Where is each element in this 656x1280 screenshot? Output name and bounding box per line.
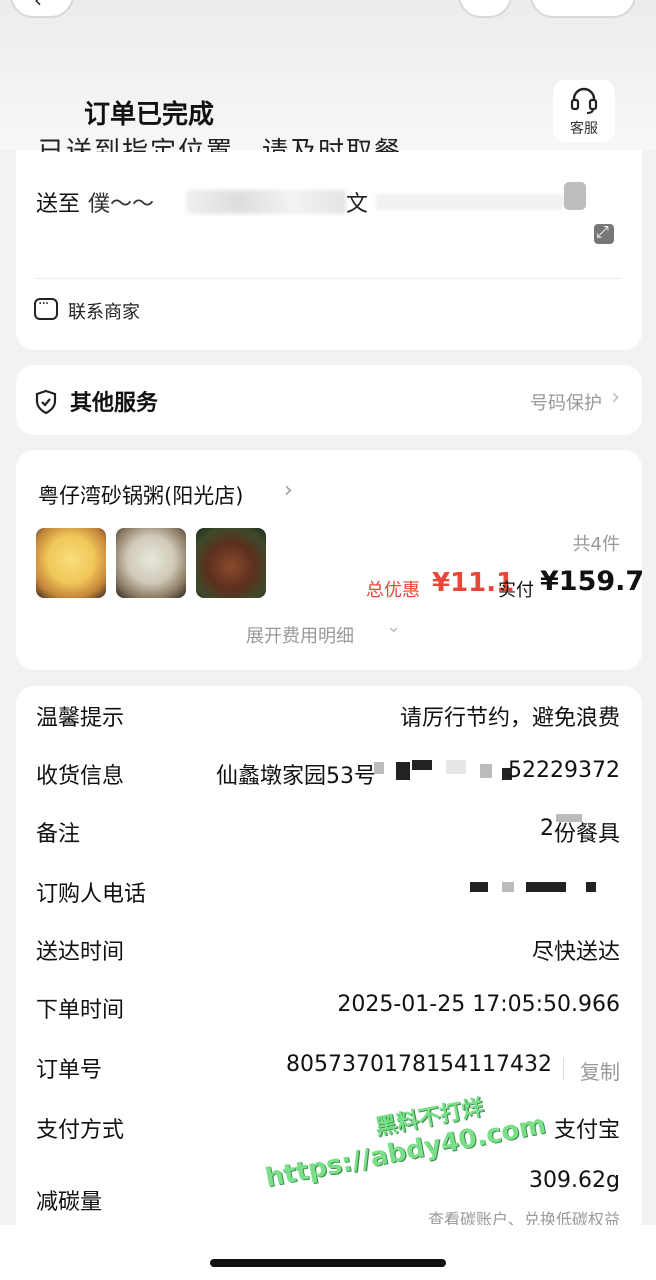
address-label: 收货信息	[36, 764, 125, 789]
address-value-end: 52229372	[508, 758, 620, 783]
deliver-to-label: 送至	[36, 192, 81, 217]
chat-icon	[34, 296, 58, 320]
chevron-right-icon[interactable]: ›	[284, 478, 293, 503]
chevron-down-icon[interactable]: ⌄	[386, 616, 401, 637]
delivery-time-label: 送达时间	[36, 940, 125, 965]
other-services-title: 其他服务	[70, 391, 159, 416]
share-button[interactable]	[458, 0, 512, 18]
carbon-label: 减碳量	[36, 1190, 103, 1215]
order-time-label: 下单时间	[36, 998, 125, 1023]
tip-value: 请厉行节约，避免浪费	[399, 706, 620, 731]
redaction	[470, 882, 488, 892]
redaction	[446, 760, 466, 774]
customer-service-button[interactable]: 客服	[553, 80, 615, 142]
headset-icon	[570, 87, 598, 114]
chevron-right-icon: ›	[611, 385, 620, 410]
redaction	[480, 764, 492, 778]
redacted-address-2	[376, 194, 566, 210]
address-value-start: 仙蠡墩家园53号	[216, 764, 376, 789]
recipient-name: 僕〜〜	[88, 192, 155, 217]
customer-service-label: 客服	[570, 121, 598, 137]
redaction	[374, 762, 384, 774]
home-indicator[interactable]	[210, 1259, 446, 1267]
info-row-address: 收货信息 仙蠡墩家园53号 52229372	[16, 758, 642, 798]
delivery-card: 已送到指定位置，请及时取餐 送至 僕〜〜 文 联系商家	[16, 137, 642, 350]
note-prefix: 2	[540, 816, 554, 841]
address-tail: 文	[346, 192, 369, 217]
order-number-value: 8057370178154117432	[286, 1052, 552, 1077]
info-row-delivery-time: 送达时间 尽快送达	[16, 934, 642, 974]
shield-icon	[35, 389, 57, 415]
food-thumbnail-1[interactable]	[36, 528, 106, 598]
info-row-order-number: 订单号 8057370178154117432 复制	[16, 1052, 642, 1092]
redaction	[502, 882, 514, 892]
store-order-card: 粤仔湾砂锅粥(阳光店) › 共4件 总优惠 ¥11.1 实付 ¥159.7 展开…	[16, 450, 645, 670]
note-value: 份餐具	[553, 822, 620, 847]
more-button[interactable]	[530, 0, 636, 18]
note-label: 备注	[36, 822, 81, 847]
redaction	[396, 762, 410, 780]
bottom-bar	[0, 1225, 656, 1280]
other-services-card[interactable]: 其他服务 号码保护 ›	[16, 365, 642, 435]
delivery-status-text: 已送到指定位置，请及时取餐	[38, 137, 403, 152]
paid-label: 实付	[498, 580, 534, 601]
redaction	[412, 760, 432, 770]
paid-value: ¥159.7	[540, 566, 645, 597]
store-name[interactable]: 粤仔湾砂锅粥(阳光店)	[38, 480, 243, 510]
page-title: 订单已完成	[84, 100, 215, 130]
top-bar: ‹ 订单已完成 客服	[0, 0, 656, 150]
copy-icon[interactable]	[564, 182, 586, 210]
redaction	[526, 882, 566, 892]
chevron-left-icon: ‹	[34, 0, 42, 12]
info-row-order-time: 下单时间 2025-01-25 17:05:50.966	[16, 992, 642, 1032]
item-count: 共4件	[572, 534, 620, 555]
info-row-tip: 温馨提示 请厉行节约，避免浪费	[16, 700, 642, 740]
delivery-time-value: 尽快送达	[531, 940, 620, 965]
payment-label: 支付方式	[36, 1118, 125, 1143]
divider	[36, 278, 622, 279]
tip-label: 温馨提示	[36, 706, 125, 731]
discount-label: 总优惠	[366, 580, 420, 601]
info-row-note: 备注 2 份餐具	[16, 814, 642, 856]
contact-merchant-label: 联系商家	[68, 302, 140, 323]
payment-value: 支付宝	[553, 1118, 620, 1143]
divider	[563, 1058, 564, 1080]
carbon-value: 309.62g	[529, 1168, 620, 1193]
expand-icon[interactable]	[594, 222, 614, 244]
info-row-phone: 订购人电话	[16, 876, 642, 916]
food-thumbnail-3[interactable]	[196, 528, 266, 598]
number-protection-label: 号码保护	[530, 393, 602, 414]
phone-label: 订购人电话	[36, 882, 147, 907]
food-thumbnail-2[interactable]	[116, 528, 186, 598]
order-number-label: 订单号	[36, 1058, 103, 1083]
redaction	[586, 882, 596, 892]
redacted-address	[186, 190, 346, 214]
order-info-card: 温馨提示 请厉行节约，避免浪费 收货信息 仙蠡墩家园53号 52229372 备…	[16, 686, 642, 1280]
back-button[interactable]: ‹	[10, 0, 74, 18]
order-time-value: 2025-01-25 17:05:50.966	[337, 992, 620, 1017]
copy-order-number-button[interactable]: 复制	[580, 1056, 620, 1085]
expand-fee-details[interactable]: 展开费用明细	[246, 622, 354, 648]
